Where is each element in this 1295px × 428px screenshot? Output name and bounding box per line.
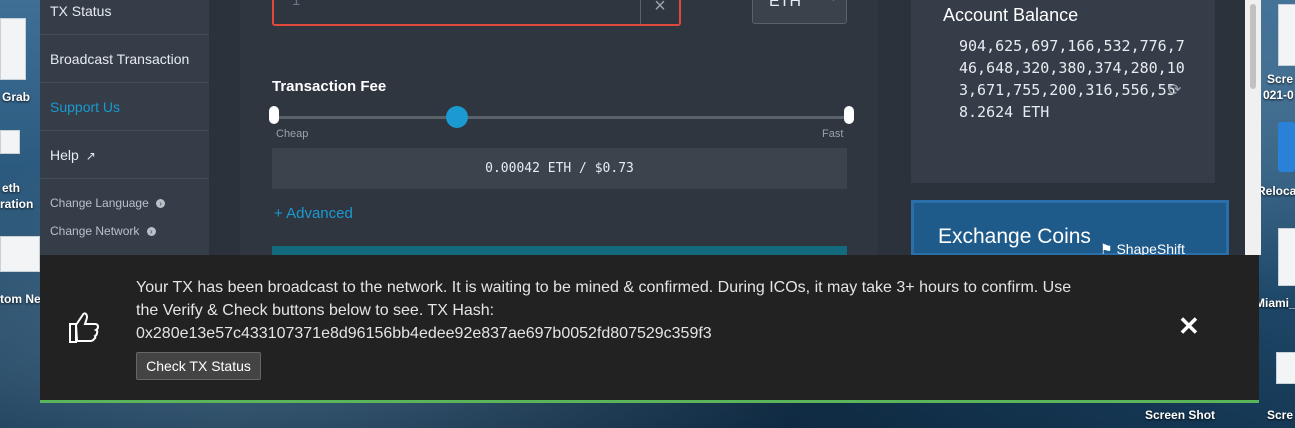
slider-max-label: Fast: [822, 128, 844, 140]
sidebar: TX Status Broadcast Transaction Support …: [40, 0, 209, 255]
fee-display: 0.00042 ETH / $0.73: [272, 148, 847, 189]
wallet-app: TX Status Broadcast Transaction Support …: [40, 0, 1245, 257]
fee-slider-max-marker: [844, 106, 854, 124]
fee-slider-thumb[interactable]: [446, 106, 468, 128]
notification-text: Your TX has been broadcast to the networ…: [136, 279, 1072, 319]
advanced-link[interactable]: + Advanced: [274, 205, 353, 222]
desktop-file-label: eth: [2, 181, 20, 195]
clear-button[interactable]: ×: [640, 0, 679, 24]
sidebar-item-support[interactable]: Support Us: [50, 99, 120, 115]
sidebar-item-tx-status[interactable]: TX Status: [50, 3, 111, 19]
desktop-file-label: Scre: [1267, 408, 1294, 422]
external-link-icon: ↗: [85, 149, 96, 163]
amount-input[interactable]: 1 ×: [272, 0, 681, 26]
close-icon: ×: [654, 0, 666, 17]
desktop-file-label: tom Ne: [0, 292, 41, 306]
fee-slider-track[interactable]: [274, 116, 849, 119]
arrow-circle-icon: ›: [156, 199, 166, 209]
slider-min-label: Cheap: [276, 128, 309, 140]
notification-message: Your TX has been broadcast to the networ…: [136, 276, 1096, 345]
sidebar-divider: [40, 178, 209, 179]
thumbs-up-icon: [66, 309, 102, 350]
sidebar-item-change-network[interactable]: Change Network ›: [50, 224, 156, 238]
fee-title: Transaction Fee: [272, 78, 387, 95]
sidebar-item-broadcast[interactable]: Broadcast Transaction: [50, 51, 189, 67]
sidebar-item-change-language[interactable]: Change Language ›: [50, 196, 166, 210]
exchange-title: Exchange Coins: [938, 225, 1091, 248]
desktop-file-label: Grab: [2, 90, 31, 104]
desktop-file-label: ration: [0, 197, 34, 211]
amount-placeholder: 1: [292, 0, 301, 9]
desktop-file-thumbnail[interactable]: [0, 130, 20, 154]
tx-broadcast-notification: Your TX has been broadcast to the networ…: [40, 255, 1259, 403]
send-panel: 1 × ETH ▾ Transaction Fee Cheap Fast 0.0…: [240, 0, 878, 256]
arrow-circle-icon: ›: [146, 227, 156, 237]
exchange-banner[interactable]: Exchange Coins ⚑ ShapeShift: [911, 200, 1229, 257]
desktop-file-label: Reloca: [1257, 184, 1295, 198]
fee-slider-min-marker: [269, 106, 279, 124]
sidebar-item-help[interactable]: Help ↗: [50, 147, 96, 163]
balance-title: Account Balance: [943, 5, 1079, 25]
sidebar-item-label: Help: [50, 147, 79, 163]
desktop-file-label: Miami_: [1255, 296, 1295, 310]
sidebar-item-label: Change Network: [50, 224, 140, 238]
sidebar-item-label: Change Language: [50, 196, 149, 210]
desktop-bottom-label: Screen Shot: [1145, 408, 1216, 422]
check-tx-status-button[interactable]: Check TX Status: [136, 352, 261, 380]
desktop-file-thumbnail[interactable]: [1276, 352, 1295, 384]
refresh-icon[interactable]: ⟳: [1168, 80, 1181, 100]
close-icon[interactable]: ✕: [1178, 311, 1200, 342]
chevron-down-icon: ▾: [830, 0, 836, 4]
balance-panel: Account Balance 904,625,697,166,532,776,…: [911, 0, 1215, 183]
desktop-file-label: 021-0: [1263, 88, 1294, 102]
unit-select[interactable]: ETH ▾: [752, 0, 847, 24]
desktop-left-icons: Grab eth ration tom Ne: [0, 0, 41, 428]
balance-value: 904,625,697,166,532,776,746,648,320,380,…: [959, 37, 1185, 121]
sidebar-divider: [40, 34, 209, 35]
tx-hash: 0x280e13e57c433107371e8d96156bb4edee92e8…: [136, 325, 712, 342]
scrollbar-thumb[interactable]: [1250, 4, 1256, 89]
desktop-file-thumbnail[interactable]: [1278, 228, 1295, 286]
desktop-file-thumbnail[interactable]: [0, 236, 40, 272]
unit-label: ETH: [769, 0, 801, 10]
sidebar-divider: [40, 130, 209, 131]
desktop-file-thumbnail[interactable]: [0, 18, 26, 80]
sidebar-divider: [40, 82, 209, 83]
desktop-file-label: Scre: [1267, 72, 1294, 86]
desktop-file-thumbnail[interactable]: [1278, 4, 1295, 66]
folder-icon[interactable]: [1278, 122, 1295, 172]
